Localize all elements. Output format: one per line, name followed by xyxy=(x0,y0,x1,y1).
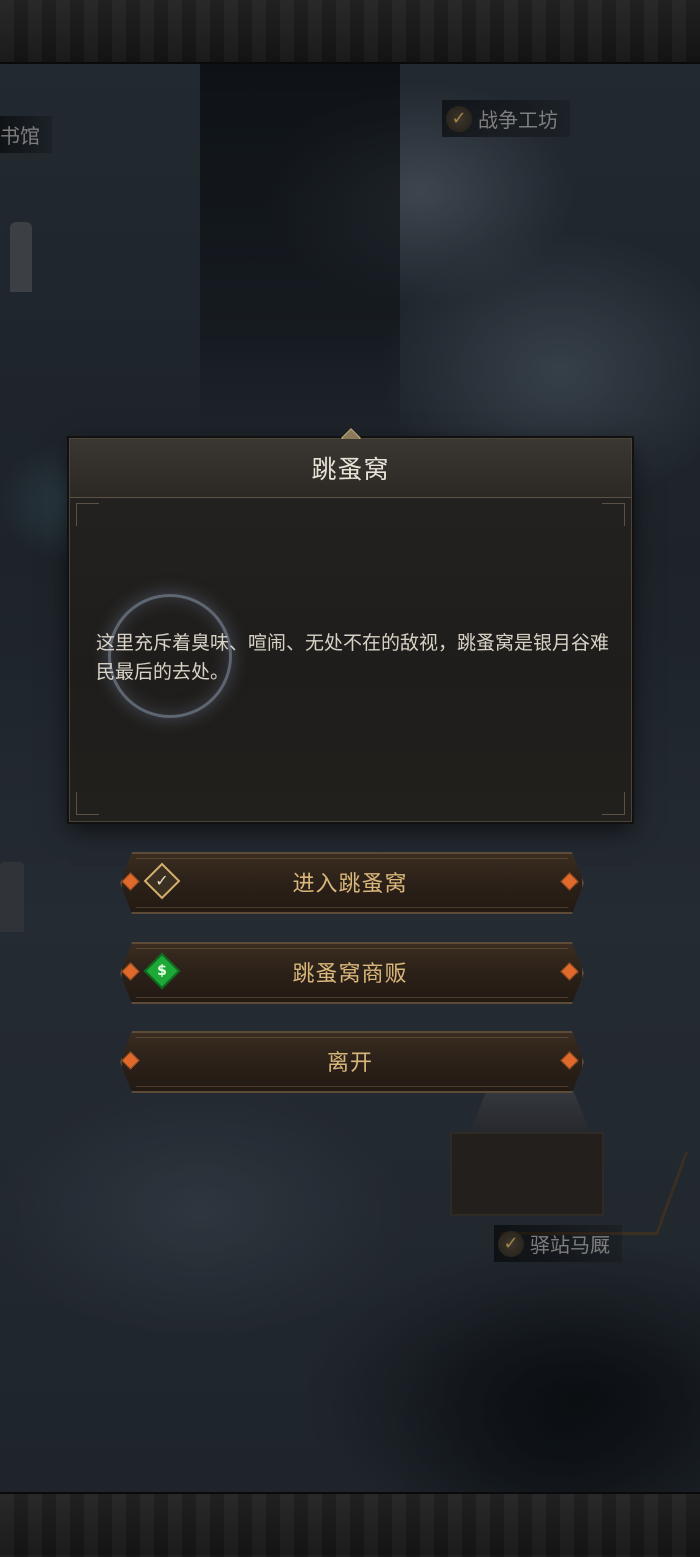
money-bag-icon: $ xyxy=(143,952,181,990)
corner-ornament xyxy=(602,792,625,815)
location-dialog: 跳蚤窝 这里充斥着臭味、喧闹、无处不在的敌视，跳蚤窝是银月谷难民最后的去处。 xyxy=(69,428,632,822)
check-diamond-icon: ✓ xyxy=(143,862,181,900)
flea-den-merchant-button[interactable]: $ 跳蚤窝商贩 xyxy=(112,942,588,1002)
enter-flea-den-button[interactable]: ✓ 进入跳蚤窝 xyxy=(112,852,588,912)
dialog-title: 跳蚤窝 xyxy=(311,455,390,484)
corner-ornament xyxy=(76,503,99,526)
merchant-button-label: 跳蚤窝商贩 xyxy=(292,962,408,987)
enter-button-label: 进入跳蚤窝 xyxy=(292,872,408,897)
dialog-description: 这里充斥着臭味、喧闹、无处不在的敌视，跳蚤窝是银月谷难民最后的去处。 xyxy=(96,632,610,683)
corner-ornament xyxy=(602,503,625,526)
dialog-header: 跳蚤窝 xyxy=(70,439,631,498)
leave-button-label: 离开 xyxy=(326,1051,373,1076)
corner-ornament xyxy=(76,792,99,815)
leave-button[interactable]: 离开 xyxy=(112,1031,588,1091)
